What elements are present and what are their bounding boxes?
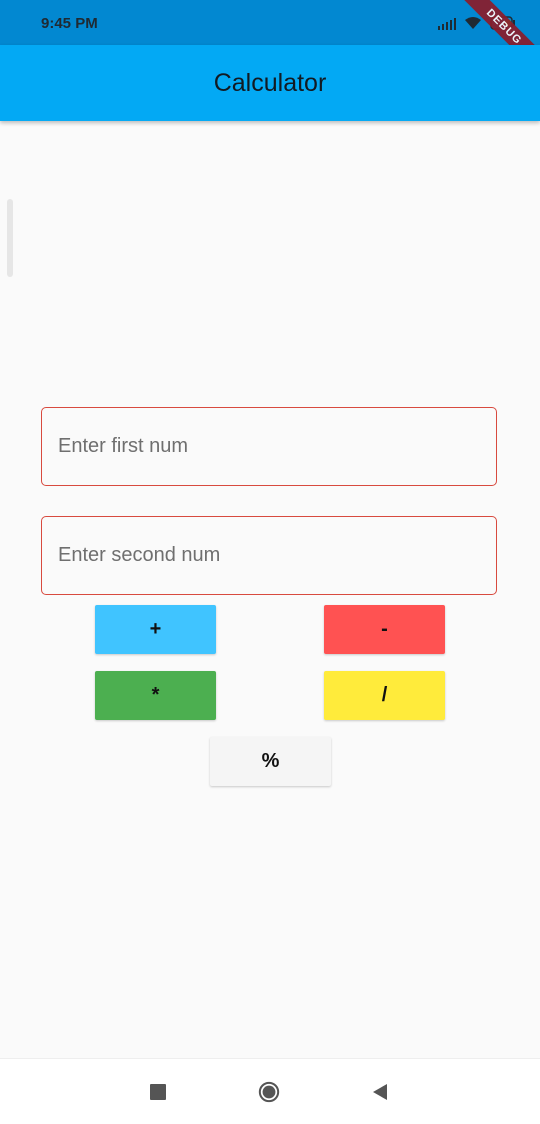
subtract-button[interactable]: - bbox=[324, 605, 445, 654]
multiply-button[interactable]: * bbox=[95, 671, 216, 720]
status-bar: 9:45 PM DEBUG bbox=[0, 0, 540, 83]
app-bar: Calculator bbox=[0, 45, 540, 121]
second-number-field[interactable] bbox=[41, 516, 497, 595]
back-icon[interactable] bbox=[369, 1081, 391, 1103]
divide-button[interactable]: / bbox=[324, 671, 445, 720]
status-time: 9:45 PM bbox=[41, 15, 98, 32]
home-icon[interactable] bbox=[258, 1081, 280, 1103]
modulo-button[interactable]: % bbox=[210, 737, 331, 786]
wifi-icon bbox=[464, 16, 482, 30]
first-number-field[interactable] bbox=[41, 407, 497, 486]
recent-apps-icon[interactable] bbox=[147, 1081, 169, 1103]
page-title: Calculator bbox=[213, 68, 327, 97]
system-nav-bar bbox=[0, 1058, 540, 1124]
first-number-input[interactable] bbox=[42, 434, 496, 459]
scrollbar[interactable] bbox=[7, 199, 13, 277]
add-button[interactable]: + bbox=[95, 605, 216, 654]
signal-icon bbox=[438, 16, 456, 30]
second-number-input[interactable] bbox=[42, 543, 496, 568]
